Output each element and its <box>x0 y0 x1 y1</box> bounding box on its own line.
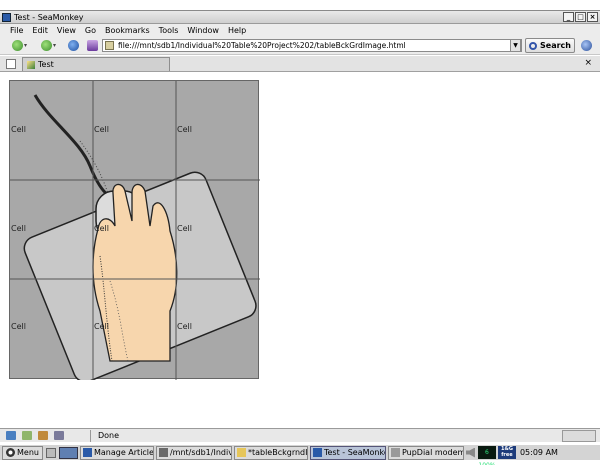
tab-test[interactable]: Test <box>22 57 170 71</box>
taskbar: Menu Manage Articles /mnt/sdb1/Indivi *t… <box>0 444 600 465</box>
composer-icon[interactable] <box>38 431 48 440</box>
close-tab-button[interactable]: × <box>584 58 592 68</box>
clock: 05:09 AM <box>519 448 558 457</box>
menu-window[interactable]: Window <box>187 26 219 35</box>
table-cell-r3c1: Cell <box>11 322 26 331</box>
forward-dropdown-icon[interactable]: ▾ <box>53 42 56 49</box>
url-dropdown-button[interactable]: ▼ <box>510 39 521 52</box>
back-dropdown-icon[interactable]: ▾ <box>24 42 27 49</box>
navigator-icon[interactable] <box>6 431 16 440</box>
memory-badge: 1&G free <box>497 446 516 459</box>
menu-edit[interactable]: Edit <box>32 26 48 35</box>
taskbar-button-label: *tableBckgrndIm <box>247 448 308 457</box>
table-cell-r2c2: Cell <box>94 224 109 233</box>
taskbar-button-label: /mnt/sdb1/Indivi <box>169 448 232 457</box>
editor-icon <box>236 448 246 457</box>
tab-bar: Test × <box>0 56 600 72</box>
start-menu-button[interactable]: Menu <box>2 445 43 460</box>
menu-tools[interactable]: Tools <box>159 26 179 35</box>
start-label: Menu <box>17 448 39 457</box>
seamonkey-icon <box>2 12 11 22</box>
navigation-toolbar: ▾ ▾ file:///mnt/sdb1/Individual%20Table%… <box>0 36 600 55</box>
tab-page-icon <box>27 60 35 69</box>
url-text[interactable]: file:///mnt/sdb1/Individual%20Table%20Pr… <box>118 41 406 50</box>
taskbar-button-label: PupDial modem <box>401 448 464 457</box>
taskbar-button-manage-articles[interactable]: Manage Articles <box>79 445 154 460</box>
forward-arrow-icon[interactable] <box>41 39 53 51</box>
window-titlebar[interactable]: Test - SeaMonkey _ □ × <box>0 10 600 24</box>
memory-badge-line2: free <box>501 452 513 458</box>
menu-go[interactable]: Go <box>85 26 96 35</box>
new-tab-icon[interactable] <box>6 58 16 69</box>
seamonkey-icon <box>312 448 322 457</box>
stop-icon[interactable] <box>87 39 99 51</box>
online-status-icon[interactable] <box>562 430 596 442</box>
window-controls: _ □ × <box>563 12 598 22</box>
cpu-monitor: 6 100% <box>477 446 496 465</box>
close-window-button[interactable]: × <box>587 12 598 22</box>
throbber-icon[interactable] <box>581 40 592 51</box>
page-favicon-icon <box>105 41 114 50</box>
url-bar[interactable]: file:///mnt/sdb1/Individual%20Table%20Pr… <box>102 39 522 52</box>
taskbar-button-label: Test - SeaMonke <box>323 448 386 457</box>
menu-bookmarks[interactable]: Bookmarks <box>105 26 150 35</box>
desktop-pager[interactable] <box>58 446 78 459</box>
table-cell-r2c3: Cell <box>177 224 192 233</box>
menu-help[interactable]: Help <box>228 26 246 35</box>
back-arrow-icon[interactable] <box>12 39 23 51</box>
table-cell-r3c2: Cell <box>94 322 109 331</box>
mail-icon[interactable] <box>22 431 32 440</box>
status-text: Done <box>98 431 120 440</box>
table-cell-r1c2: Cell <box>94 125 109 134</box>
table-cell-r3c3: Cell <box>177 322 192 331</box>
menu-icon <box>6 448 15 457</box>
search-button[interactable]: Search <box>525 38 575 53</box>
seamonkey-icon <box>82 448 92 457</box>
taskbar-button-test-seamonkey[interactable]: Test - SeaMonke <box>309 445 386 460</box>
page-content: Cell Cell Cell Cell Cell Cell Cell Cell … <box>0 73 600 425</box>
maximize-button[interactable]: □ <box>575 12 586 22</box>
search-label: Search <box>540 41 571 50</box>
quicklaunch-icon[interactable] <box>45 447 56 458</box>
status-bar: Done <box>0 428 600 442</box>
minimize-button[interactable]: _ <box>563 12 574 22</box>
menu-file[interactable]: File <box>10 26 23 35</box>
speaker-icon[interactable] <box>465 447 475 458</box>
table-with-background-image: Cell Cell Cell Cell Cell Cell Cell Cell … <box>9 80 260 380</box>
address-book-icon[interactable] <box>54 431 64 440</box>
table-cell-r1c1: Cell <box>11 125 26 134</box>
taskbar-button-editor[interactable]: *tableBckgrndIm <box>233 445 308 460</box>
reload-icon[interactable] <box>68 39 80 51</box>
taskbar-button-folder[interactable]: /mnt/sdb1/Indivi <box>155 445 232 460</box>
menu-view[interactable]: View <box>57 26 76 35</box>
taskbar-button-pupdial[interactable]: PupDial modem <box>387 445 464 460</box>
window-title: Test - SeaMonkey <box>14 12 84 22</box>
table-cell-r2c1: Cell <box>11 224 26 233</box>
search-icon <box>529 41 538 50</box>
status-separator <box>90 430 91 442</box>
tab-label: Test <box>38 60 54 69</box>
modem-icon <box>390 448 400 457</box>
hand-on-mouse-illustration <box>10 81 260 380</box>
menubar: File Edit View Go Bookmarks Tools Window… <box>0 24 600 36</box>
table-cell-r1c3: Cell <box>177 125 192 134</box>
folder-icon <box>158 448 168 457</box>
taskbar-button-label: Manage Articles <box>93 448 154 457</box>
